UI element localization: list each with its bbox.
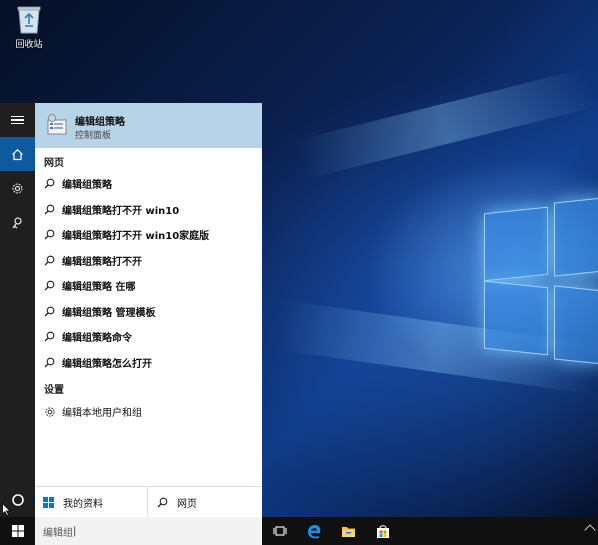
web-result[interactable]: 编辑组策略 [35, 171, 262, 196]
file-explorer-button[interactable] [331, 517, 365, 545]
web-result[interactable]: 编辑组策略 管理模板 [35, 299, 262, 324]
search-icon [44, 280, 55, 291]
recycle-bin-label: 回收站 [15, 40, 43, 50]
search-icon [44, 331, 55, 342]
gear-icon [45, 406, 55, 417]
group-policy-icon [45, 113, 69, 137]
web-search-button[interactable]: 网页 [157, 487, 197, 518]
web-result-label: 编辑组策略 管理模板 [62, 308, 156, 319]
start-rail [0, 103, 35, 517]
best-match-result[interactable]: 编辑组策略 控制面板 [35, 103, 262, 148]
best-match-subtitle: 控制面板 [75, 131, 112, 141]
home-button[interactable] [0, 137, 35, 171]
expand-menu-button[interactable] [0, 103, 35, 137]
feedback-button[interactable] [0, 205, 35, 239]
windows-logo-icon [43, 497, 54, 508]
web-search-label: 网页 [177, 499, 197, 510]
web-result-label: 编辑组策略 在哪 [62, 282, 136, 293]
taskbar-search-input[interactable]: 编辑组 | [35, 517, 262, 545]
gear-icon [12, 183, 23, 193]
web-result[interactable]: 编辑组策略 在哪 [35, 273, 262, 298]
start-button[interactable] [0, 517, 35, 545]
search-icon [157, 497, 168, 508]
task-view-icon [273, 526, 287, 536]
windows-wallpaper-logo [478, 180, 598, 390]
search-icon [44, 229, 55, 240]
settings-result[interactable]: 编辑本地用户和组 [35, 399, 262, 424]
my-stuff-button[interactable]: 我的资料 [43, 487, 103, 518]
web-result-label: 编辑组策略命令 [62, 333, 132, 344]
my-stuff-label: 我的资料 [63, 499, 103, 510]
web-result-label: 编辑组策略 [62, 180, 112, 191]
recycle-bin-icon [16, 4, 42, 34]
web-result[interactable]: 编辑组策略命令 [35, 324, 262, 349]
search-scope-bar: 我的资料 网页 [35, 486, 262, 518]
taskbar: 编辑组 | [0, 517, 598, 545]
web-section-heading: 网页 [44, 158, 64, 169]
mouse-cursor-icon [2, 502, 11, 519]
search-icon [44, 306, 55, 317]
web-result-label: 编辑组策略打不开 win10家庭版 [62, 231, 210, 242]
cortana-circle-icon [11, 494, 24, 506]
divider [147, 487, 148, 518]
web-result[interactable]: 编辑组策略打不开 win10家庭版 [35, 222, 262, 247]
web-result-label: 编辑组策略打不开 [62, 257, 142, 268]
store-icon [377, 524, 389, 538]
settings-section-heading: 设置 [44, 385, 64, 396]
edge-icon [307, 524, 320, 538]
windows-start-icon [11, 525, 24, 537]
store-button[interactable] [366, 517, 400, 545]
home-icon [12, 148, 23, 160]
web-result[interactable]: 编辑组策略打不开 win10 [35, 197, 262, 222]
file-explorer-icon [341, 526, 355, 537]
search-query-text: 编辑组 [43, 527, 73, 539]
web-result-label: 编辑组策略打不开 win10 [62, 206, 180, 217]
recycle-bin[interactable]: 回收站 [10, 4, 48, 50]
search-icon [44, 357, 55, 368]
search-icon [44, 178, 55, 189]
search-results-panel: 编辑组策略 控制面板 网页 编辑组策略 编辑组策略打不开 win10 编辑组策略… [35, 103, 262, 518]
web-result[interactable]: 编辑组策略打不开 [35, 248, 262, 273]
feedback-icon [12, 216, 22, 228]
web-result-label: 编辑组策略怎么打开 [62, 359, 152, 370]
search-icon [44, 255, 55, 266]
settings-result-label: 编辑本地用户和组 [62, 408, 142, 419]
best-match-title: 编辑组策略 [75, 117, 125, 128]
hamburger-icon [11, 114, 24, 127]
task-view-button[interactable] [263, 517, 297, 545]
show-hidden-icons-icon[interactable] [584, 524, 596, 536]
settings-button[interactable] [0, 171, 35, 205]
light-beam [295, 68, 596, 180]
edge-button[interactable] [297, 517, 331, 545]
web-result[interactable]: 编辑组策略怎么打开 [35, 350, 262, 375]
search-icon [44, 204, 55, 215]
